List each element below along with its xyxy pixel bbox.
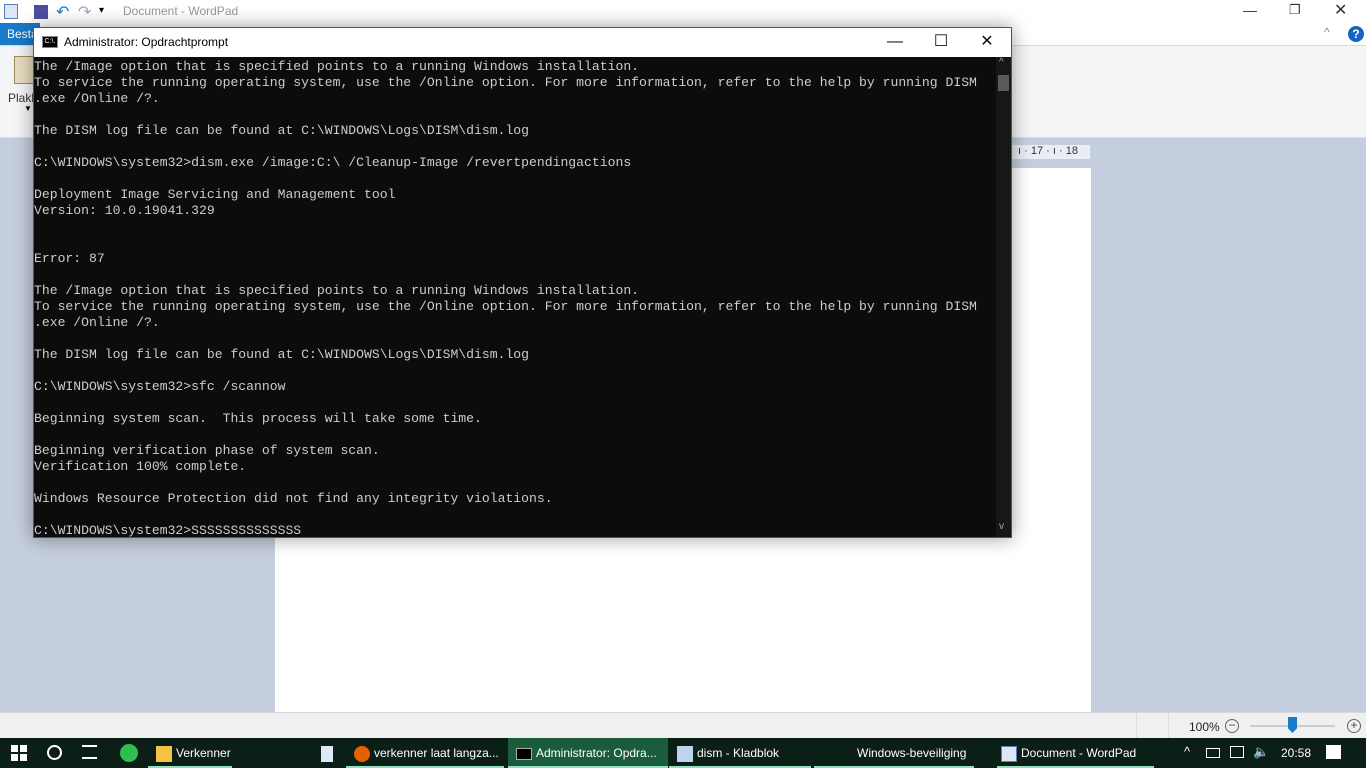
close-button[interactable]: ✕: [1334, 0, 1347, 20]
console-line: Verification 100% complete.: [34, 459, 247, 474]
window-title: Document - WordPad: [123, 4, 239, 18]
redo-icon[interactable]: ↷: [78, 2, 91, 22]
scrollbar-thumb[interactable]: [998, 75, 1009, 91]
console-line: .exe /Online /?.: [34, 91, 160, 106]
console-line: Windows Resource Protection did not find…: [34, 491, 553, 506]
taskbar-item-windows-security[interactable]: Windows-beveiliging: [814, 738, 974, 768]
cmd-titlebar: C:\. Administrator: Opdrachtprompt — ☐ ✕: [34, 28, 1011, 57]
undo-icon[interactable]: ↶: [56, 2, 69, 22]
console-line: To service the running operating system,…: [34, 75, 977, 90]
console-line: The /Image option that is specified poin…: [34, 283, 640, 298]
taskbar-item-wordpad[interactable]: Document - WordPad: [997, 738, 1154, 768]
cmd-icon: [516, 747, 532, 760]
collapse-ribbon-icon[interactable]: ^: [1324, 25, 1330, 39]
taskbar-label: verkenner laat langza...: [374, 746, 499, 760]
cmd-maximize-button[interactable]: ☐: [918, 28, 964, 57]
taskbar-label: Document - WordPad: [1021, 746, 1137, 760]
scroll-down-icon[interactable]: v: [999, 521, 1004, 532]
console-line: Beginning system scan. This process will…: [34, 411, 482, 426]
console-line: C:\WINDOWS\system32>dism.exe /image:C:\ …: [34, 155, 632, 170]
taskbar-item-verkenner[interactable]: Verkenner: [148, 738, 232, 768]
ruler-mark: 18: [1065, 145, 1078, 157]
zoom-slider-thumb[interactable]: [1288, 717, 1297, 733]
console-output[interactable]: The /Image option that is specified poin…: [34, 57, 996, 537]
console-line: The /Image option that is specified poin…: [34, 59, 640, 74]
wordpad-icon: [1001, 745, 1017, 762]
taskbar-item-document[interactable]: [312, 738, 346, 768]
taskbar-item-cmd[interactable]: Administrator: Opdra...: [508, 738, 668, 768]
cmd-close-button[interactable]: ✕: [964, 28, 1010, 57]
zoom-out-button[interactable]: −: [1225, 719, 1239, 733]
command-prompt-window[interactable]: C:\. Administrator: Opdrachtprompt — ☐ ✕…: [33, 27, 1012, 538]
console-line: C:\WINDOWS\system32>SSSSSSSSSSSSSS: [34, 523, 302, 537]
taskbar-label: Verkenner: [176, 746, 231, 760]
cmd-scrollbar[interactable]: ^ v: [996, 57, 1011, 537]
zoom-in-button[interactable]: +: [1347, 719, 1361, 733]
taskbar-item-firefox[interactable]: verkenner laat langza...: [346, 738, 504, 768]
folder-icon: [156, 745, 172, 762]
volume-icon[interactable]: 🔈: [1253, 744, 1269, 760]
whatsapp-icon[interactable]: [120, 744, 138, 762]
show-hidden-icons[interactable]: ^: [1184, 744, 1190, 759]
ruler-mark: 17: [1030, 145, 1044, 157]
cmd-minimize-button[interactable]: —: [872, 28, 918, 57]
cmd-title: Administrator: Opdrachtprompt: [64, 35, 229, 49]
customize-quick-access-icon[interactable]: ▾: [99, 5, 104, 16]
clock[interactable]: 20:58: [1281, 746, 1311, 760]
console-line: The DISM log file can be found at C:\WIN…: [34, 123, 530, 138]
taskbar-label: dism - Kladblok: [697, 746, 780, 760]
search-icon[interactable]: [47, 745, 62, 760]
battery-icon[interactable]: [1206, 748, 1220, 758]
console-line: .exe /Online /?.: [34, 315, 160, 330]
status-bar: 100% − +: [0, 712, 1366, 739]
zoom-level: 100%: [1189, 720, 1220, 734]
minimize-button[interactable]: —: [1243, 2, 1257, 18]
wordpad-titlebar: ↶ ↷ ▾ Document - WordPad — ❐ ✕: [0, 0, 1366, 23]
taskbar-label: Windows-beveiliging: [857, 746, 967, 760]
action-center-icon[interactable]: [1326, 745, 1341, 759]
console-line: Deployment Image Servicing and Managemen…: [34, 187, 396, 202]
taskbar-item-notepad[interactable]: dism - Kladblok: [669, 738, 811, 768]
console-line: Error: 87: [34, 251, 105, 266]
task-view-icon[interactable]: [82, 745, 97, 759]
network-icon[interactable]: [1230, 746, 1244, 758]
ruler: ı · 17 · ı · 18: [1012, 145, 1090, 159]
help-icon[interactable]: ?: [1348, 26, 1364, 42]
notepad-icon: [677, 745, 693, 762]
start-button[interactable]: [11, 745, 27, 761]
console-line: The DISM log file can be found at C:\WIN…: [34, 347, 530, 362]
save-icon[interactable]: [34, 5, 48, 19]
restore-button[interactable]: ❐: [1289, 2, 1301, 18]
console-line: C:\WINDOWS\system32>sfc /scannow: [34, 379, 286, 394]
console-line: To service the running operating system,…: [34, 299, 977, 314]
wordpad-app-icon: [4, 4, 18, 19]
cmd-icon: C:\.: [42, 36, 58, 48]
document-icon: [321, 745, 333, 762]
taskbar: Verkenner verkenner laat langza... Admin…: [0, 738, 1366, 768]
scroll-up-icon[interactable]: ^: [999, 57, 1004, 68]
firefox-icon: [354, 745, 370, 762]
console-line: Version: 10.0.19041.329: [34, 203, 215, 218]
taskbar-label: Administrator: Opdra...: [536, 746, 657, 760]
console-line: Beginning verification phase of system s…: [34, 443, 380, 458]
paste-dropdown-icon[interactable]: ▼: [24, 104, 32, 113]
